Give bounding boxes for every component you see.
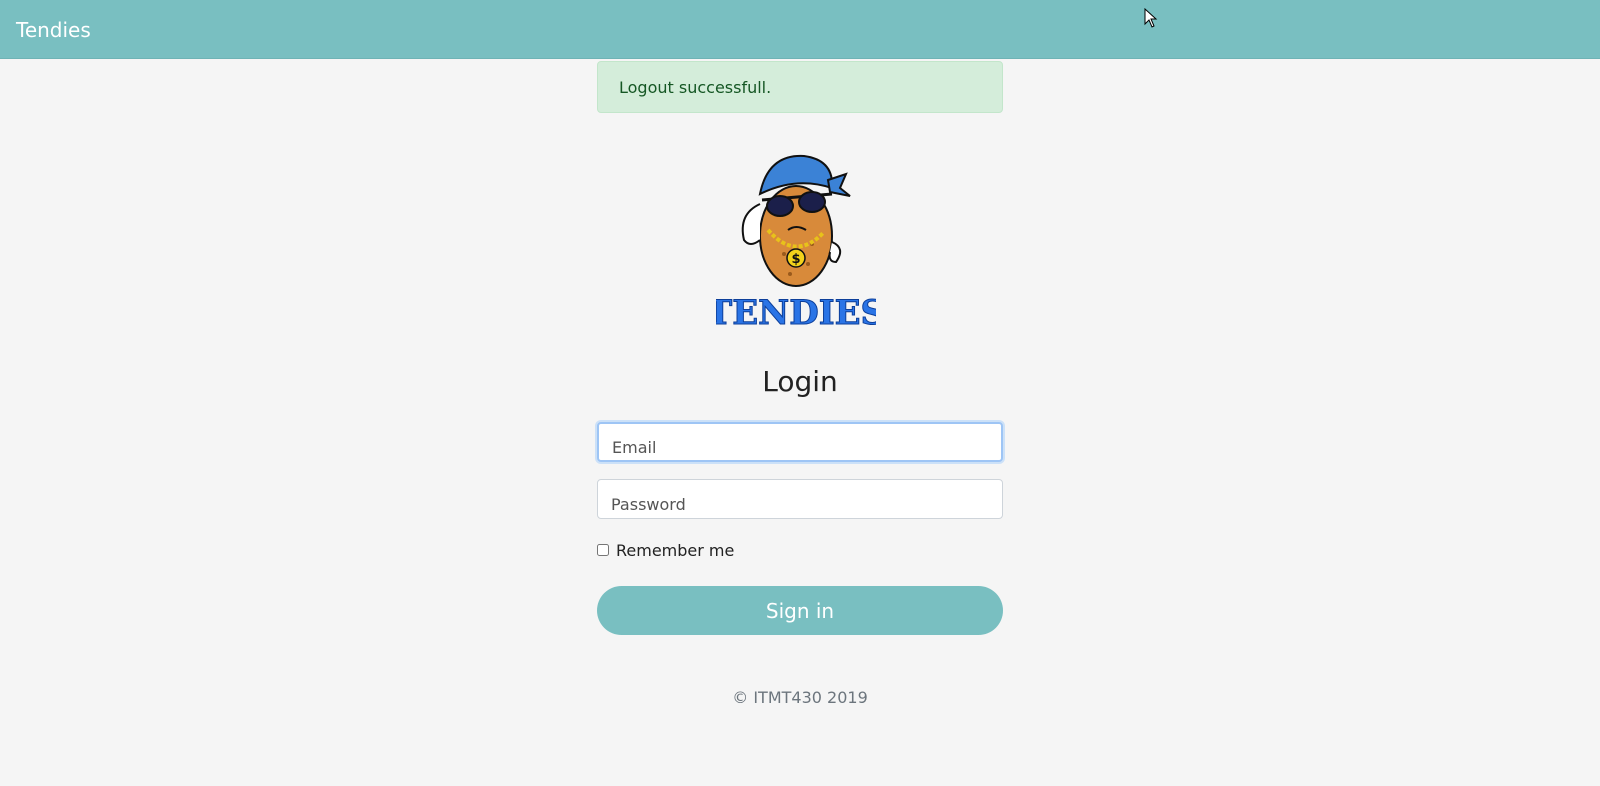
remember-me-label: Remember me <box>616 540 735 560</box>
remember-me-row[interactable]: Remember me <box>597 540 734 560</box>
brand-link[interactable]: Tendies <box>16 17 91 43</box>
top-navbar: Tendies <box>0 0 1600 59</box>
footer-copyright: © ITMT430 2019 <box>732 688 868 707</box>
password-input[interactable] <box>597 479 1003 519</box>
mouse-cursor-icon <box>1144 8 1158 28</box>
svg-text:$: $ <box>791 252 800 267</box>
tendies-wordmark: TENDIES <box>716 293 876 333</box>
login-title: Login <box>762 365 838 398</box>
tendies-mascot-logo: $ TENDIES <box>716 154 876 334</box>
remember-me-checkbox[interactable] <box>597 544 609 556</box>
email-input[interactable] <box>597 422 1003 462</box>
sign-in-button[interactable]: Sign in <box>597 586 1003 635</box>
logout-success-alert: Logout successfull. <box>597 61 1003 113</box>
